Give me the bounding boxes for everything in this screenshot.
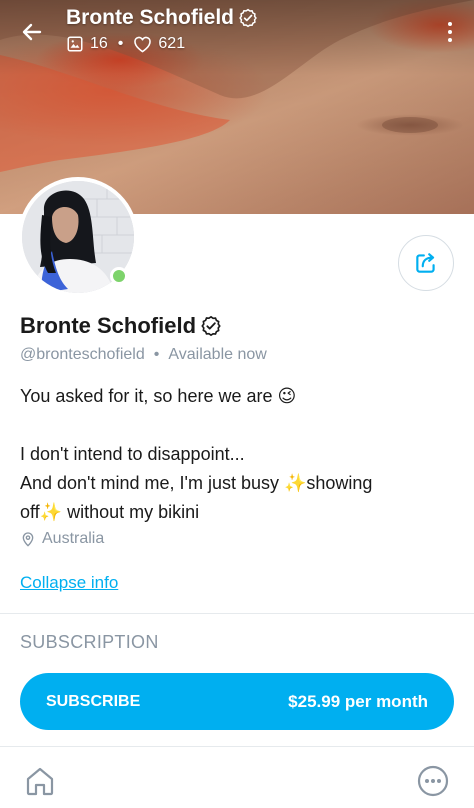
nav-home-button[interactable] (22, 763, 58, 799)
back-button[interactable] (14, 14, 50, 50)
nav-more-button[interactable] (415, 763, 451, 799)
more-circle-icon (417, 765, 449, 797)
profile-handle: @bronteschofield (20, 346, 145, 363)
subscribe-label: SUBSCRIBE (46, 692, 141, 710)
subscription-heading: SUBSCRIPTION (20, 632, 159, 652)
media-count: 16 (90, 35, 108, 52)
header-title-text: Bronte Schofield (66, 6, 235, 29)
handle-row: @bronteschofield • Available now (20, 346, 267, 364)
heart-icon (134, 36, 152, 53)
bottom-nav (0, 747, 474, 808)
location-text: Australia (42, 530, 105, 547)
bio-line: off✨ without my bikini (20, 502, 200, 522)
bio-line: You asked for it, so here we are 😉 (20, 386, 297, 406)
likes-count: 621 (158, 35, 186, 52)
share-button[interactable] (398, 235, 454, 291)
profile-name-text: Bronte Schofield (20, 313, 197, 338)
stats-separator: • (117, 35, 124, 52)
profile-bio: You asked for it, so here we are 😉 I don… (20, 382, 460, 527)
collapse-info-link[interactable]: Collapse info (20, 573, 118, 593)
subscribe-button[interactable]: SUBSCRIBE $25.99 per month (20, 673, 454, 730)
arrow-left-icon (22, 23, 42, 41)
image-icon (67, 36, 83, 52)
profile-location: Australia (20, 530, 104, 548)
location-pin-icon (22, 532, 34, 547)
verified-badge-icon (201, 315, 221, 337)
header-stats: 16 • 621 (66, 35, 185, 53)
profile-name: Bronte Schofield (20, 313, 222, 339)
share-icon (416, 253, 435, 273)
vertical-dots-icon (448, 22, 452, 26)
verified-badge-icon (239, 8, 257, 28)
home-icon (26, 767, 54, 796)
online-status-dot (110, 267, 128, 285)
more-options-button[interactable] (440, 16, 460, 48)
subscription-price: $25.99 per month (288, 691, 428, 711)
availability-status: Available now (168, 346, 267, 363)
bio-line: I don't intend to disappoint... (20, 444, 245, 464)
section-divider (0, 613, 474, 614)
handle-separator: • (153, 346, 160, 363)
bio-line: And don't mind me, I'm just busy ✨showin… (20, 473, 373, 493)
header-title: Bronte Schofield (66, 6, 258, 30)
